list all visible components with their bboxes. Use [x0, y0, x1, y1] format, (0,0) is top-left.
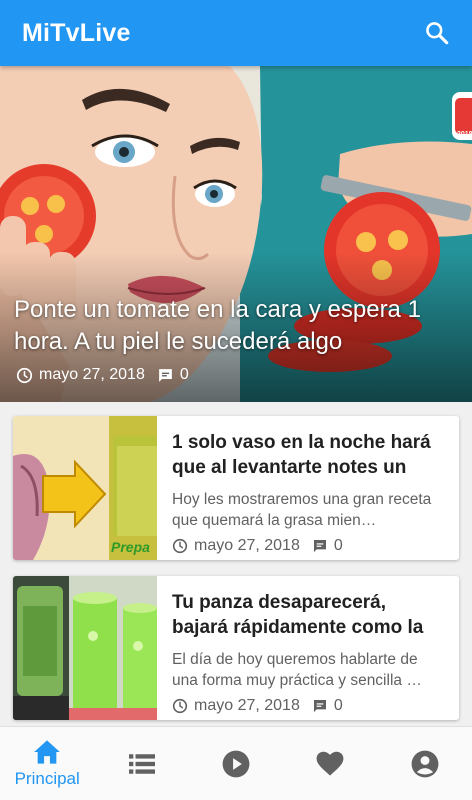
play-icon: [222, 750, 250, 777]
article-card[interactable]: Prepa 1 solo vaso en la noche hará que a…: [13, 416, 459, 560]
nav-video[interactable]: [189, 727, 283, 800]
thumbnail-caption: Prepa: [111, 539, 150, 555]
featured-title: Ponte un tomate en la cara y espera 1 ho…: [14, 296, 421, 355]
article-meta: mayo 27, 2018 0: [172, 697, 445, 715]
list-icon: [128, 753, 155, 774]
article-date: mayo 27, 2018: [194, 537, 300, 554]
account-icon: [411, 750, 439, 777]
article-thumbnail: [13, 576, 157, 720]
nav-list[interactable]: [94, 727, 188, 800]
nav-principal[interactable]: Principal: [0, 727, 94, 800]
clock-icon: [172, 538, 188, 554]
article-title: 1 solo vaso en la noche hará que al leva…: [172, 432, 431, 478]
article-excerpt: Hoy les mostraremos una gran receta que …: [172, 491, 432, 529]
app-title: MiTvLive: [22, 18, 131, 47]
article-date: mayo 27, 2018: [194, 697, 300, 714]
app-bar: MiTvLive: [0, 0, 472, 66]
search-button[interactable]: [420, 16, 454, 50]
featured-comment-count: 0: [179, 366, 189, 383]
comment-icon: [313, 700, 326, 712]
article-comment-count: 0: [333, 537, 343, 554]
nav-account[interactable]: [378, 727, 472, 800]
featured-date: mayo 27, 2018: [39, 366, 145, 383]
article-card[interactable]: Tu panza desaparecerá, bajará rápidament…: [13, 576, 459, 720]
search-icon: [426, 22, 449, 45]
featured-meta: mayo 27, 2018 0: [16, 366, 189, 384]
article-comment-count: 0: [333, 697, 343, 714]
article-excerpt: El día de hoy queremos hablarte de una f…: [172, 651, 422, 689]
comment-icon: [158, 368, 172, 382]
badge-year: 2018: [457, 131, 472, 138]
bottom-navigation: Principal: [0, 726, 472, 800]
featured-article[interactable]: 2018 Ponte un tomate en la cara y espera…: [0, 66, 472, 402]
home-icon: [34, 739, 61, 764]
clock-icon: [172, 698, 188, 714]
article-title: Tu panza desaparecerá, bajará rápidament…: [172, 592, 424, 638]
article-thumbnail: Prepa: [13, 416, 157, 560]
heart-icon: [317, 751, 344, 776]
comment-icon: [313, 540, 326, 552]
nav-favorites[interactable]: [283, 727, 377, 800]
clock-icon: [16, 367, 33, 383]
nav-principal-label: Principal: [14, 768, 80, 788]
article-meta: mayo 27, 2018 0: [172, 537, 445, 555]
